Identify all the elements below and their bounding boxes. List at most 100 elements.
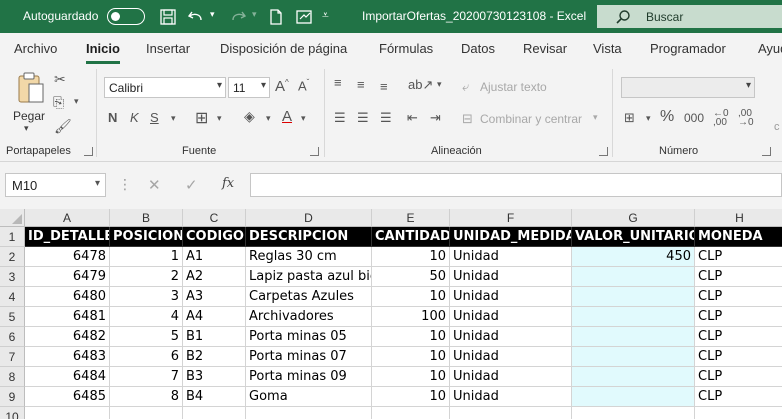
- fill-color-dropdown-icon[interactable]: ▾: [266, 113, 271, 124]
- column-header-h[interactable]: H: [695, 209, 782, 227]
- table-cell[interactable]: [695, 407, 782, 419]
- new-file-icon[interactable]: [266, 7, 286, 27]
- enter-icon[interactable]: ✓: [185, 176, 198, 194]
- cut-icon[interactable]: ✂: [54, 71, 66, 88]
- table-cell[interactable]: 450: [572, 247, 695, 267]
- number-launcher-icon[interactable]: [762, 147, 771, 156]
- table-cell[interactable]: 6480: [25, 287, 110, 307]
- row-header-6[interactable]: 6: [0, 327, 25, 347]
- fill-color-icon[interactable]: ◈: [244, 108, 255, 125]
- increase-indent-icon[interactable]: ⇥: [430, 110, 441, 126]
- table-cell[interactable]: [372, 407, 450, 419]
- row-header-7[interactable]: 7: [0, 347, 25, 367]
- form-icon[interactable]: [294, 7, 314, 27]
- number-format-select[interactable]: ▾: [621, 77, 755, 98]
- table-cell[interactable]: B4: [183, 387, 246, 407]
- table-cell[interactable]: [572, 287, 695, 307]
- table-cell[interactable]: Archivadores: [246, 307, 372, 327]
- save-icon[interactable]: [158, 7, 178, 27]
- column-header-f[interactable]: F: [450, 209, 572, 227]
- table-cell[interactable]: Goma: [246, 387, 372, 407]
- tab-datos[interactable]: Datos: [461, 41, 495, 56]
- table-cell[interactable]: Porta minas 07: [246, 347, 372, 367]
- table-cell[interactable]: 6483: [25, 347, 110, 367]
- wrap-text-button[interactable]: ⤶ Ajustar texto: [462, 79, 547, 95]
- cancel-icon[interactable]: ✕: [148, 176, 161, 194]
- table-cell[interactable]: 50: [372, 267, 450, 287]
- table-cell[interactable]: B1: [183, 327, 246, 347]
- table-cell[interactable]: Reglas 30 cm: [246, 247, 372, 267]
- table-cell[interactable]: [572, 267, 695, 287]
- table-cell[interactable]: Carpetas Azules: [246, 287, 372, 307]
- align-center-icon[interactable]: ☰: [357, 110, 369, 126]
- table-cell[interactable]: [183, 407, 246, 419]
- table-cell[interactable]: 10: [372, 387, 450, 407]
- alignment-launcher-icon[interactable]: [599, 147, 608, 156]
- tab-vista[interactable]: Vista: [593, 41, 622, 56]
- search-box[interactable]: Buscar: [597, 5, 782, 28]
- table-cell[interactable]: 2: [110, 267, 183, 287]
- borders-icon[interactable]: ⊞: [195, 108, 208, 128]
- row-header-10[interactable]: 10: [0, 407, 25, 419]
- comma-style-icon[interactable]: 000: [684, 111, 704, 125]
- table-cell[interactable]: Unidad: [450, 247, 572, 267]
- name-box[interactable]: M10 ▾: [5, 173, 106, 197]
- borders-dropdown-icon[interactable]: ▾: [217, 113, 222, 124]
- autosave-toggle[interactable]: [107, 8, 145, 25]
- decrease-decimal-icon[interactable]: ,00 →0: [738, 109, 754, 128]
- table-cell[interactable]: Unidad: [450, 387, 572, 407]
- table-cell[interactable]: [572, 387, 695, 407]
- row-header-3[interactable]: 3: [0, 267, 25, 287]
- redo-dropdown-icon[interactable]: ▾: [252, 9, 257, 20]
- font-color-dropdown-icon[interactable]: ▾: [301, 113, 306, 124]
- decrease-font-icon[interactable]: Aˇ: [298, 78, 309, 93]
- bold-button[interactable]: N: [108, 110, 117, 125]
- row-header-1[interactable]: 1: [0, 227, 25, 247]
- table-cell[interactable]: [25, 407, 110, 419]
- table-cell[interactable]: [572, 367, 695, 387]
- row-header-8[interactable]: 8: [0, 367, 25, 387]
- clipboard-launcher-icon[interactable]: [84, 147, 93, 156]
- table-cell[interactable]: Unidad: [450, 307, 572, 327]
- table-cell[interactable]: 10: [372, 327, 450, 347]
- table-cell[interactable]: 6484: [25, 367, 110, 387]
- column-header-g[interactable]: G: [572, 209, 695, 227]
- column-header-c[interactable]: C: [183, 209, 246, 227]
- table-cell[interactable]: Unidad: [450, 267, 572, 287]
- header-cell[interactable]: VALOR_UNITARIO: [572, 227, 695, 247]
- table-cell[interactable]: 6481: [25, 307, 110, 327]
- table-cell[interactable]: Lapiz pasta azul bic: [246, 267, 372, 287]
- column-header-e[interactable]: E: [372, 209, 450, 227]
- table-cell[interactable]: 3: [110, 287, 183, 307]
- align-top-icon[interactable]: ≡: [334, 75, 342, 90]
- tab-disposicion-pagina[interactable]: Disposición de página: [220, 41, 347, 56]
- table-cell[interactable]: 6482: [25, 327, 110, 347]
- tab-programador[interactable]: Programador: [650, 41, 726, 56]
- customize-toolbar-icon[interactable]: ⩡: [322, 8, 329, 23]
- table-cell[interactable]: CLP: [695, 267, 782, 287]
- header-cell[interactable]: DESCRIPCION: [246, 227, 372, 247]
- table-cell[interactable]: 5: [110, 327, 183, 347]
- table-cell[interactable]: Porta minas 09: [246, 367, 372, 387]
- row-header-9[interactable]: 9: [0, 387, 25, 407]
- table-cell[interactable]: CLP: [695, 327, 782, 347]
- table-cell[interactable]: 6485: [25, 387, 110, 407]
- column-header-d[interactable]: D: [246, 209, 372, 227]
- table-cell[interactable]: [572, 347, 695, 367]
- table-cell[interactable]: [572, 407, 695, 419]
- table-cell[interactable]: 10: [372, 287, 450, 307]
- table-cell[interactable]: B3: [183, 367, 246, 387]
- table-cell[interactable]: [246, 407, 372, 419]
- table-cell[interactable]: [572, 307, 695, 327]
- table-cell[interactable]: 6479: [25, 267, 110, 287]
- increase-decimal-icon[interactable]: ←0,00: [713, 109, 729, 128]
- table-cell[interactable]: 10: [372, 347, 450, 367]
- header-cell[interactable]: CODIGO: [183, 227, 246, 247]
- percent-icon[interactable]: %: [660, 108, 674, 126]
- table-cell[interactable]: 4: [110, 307, 183, 327]
- font-name-select[interactable]: Calibri ▾: [104, 77, 226, 98]
- table-cell[interactable]: Porta minas 05: [246, 327, 372, 347]
- table-cell[interactable]: [572, 327, 695, 347]
- font-launcher-icon[interactable]: [310, 147, 319, 156]
- table-cell[interactable]: Unidad: [450, 367, 572, 387]
